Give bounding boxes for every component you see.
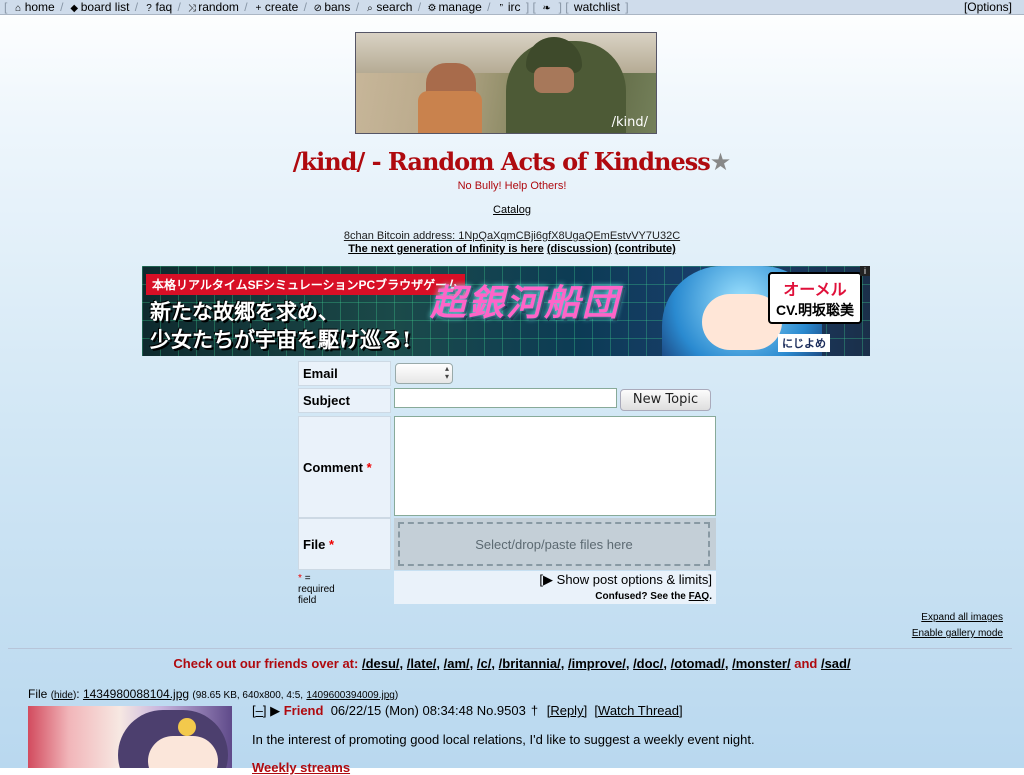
bitcoin-address-link[interactable]: 8chan Bitcoin address: 1NpQaXqmCBji6gfX8… [344,230,680,242]
nav-twitter[interactable]: ❧ [541,0,553,14]
file-dropzone-text: Select/drop/paste files here [398,522,710,566]
new-topic-button[interactable]: New Topic [620,389,711,411]
original-filename-link[interactable]: 1409600394009.jpg [306,690,394,701]
home-icon: ⌂ [15,3,22,14]
nav-bans[interactable]: ⊘ bans [312,0,351,14]
twitter-icon: ❧ [542,3,551,14]
subject-label: Subject [298,388,391,413]
friend-board-link[interactable]: /am/ [444,656,470,671]
contribute-link[interactable]: (contribute) [615,243,676,255]
advertisement-banner[interactable]: 本格リアルタイムSFシミュレーションPCブラウザゲーム 新たな故郷を求め、 少女… [142,266,870,356]
required-asterisk: * [366,459,372,475]
banner-label: /kind/ [611,115,648,130]
friend-board-link[interactable]: /c/ [477,656,491,671]
required-asterisk: * [329,536,335,552]
gear-icon: ⚙ [427,3,437,14]
friends-boards-banner: Check out our friends over at: /desu/, /… [173,656,851,671]
friend-board-link[interactable]: /sad/ [821,656,851,671]
tag-icon: ◆ [70,3,79,14]
email-row: Email ▴ ▾ [298,361,718,386]
comment-textarea[interactable] [394,416,716,516]
gallery-mode-link[interactable]: Enable gallery mode [912,628,1003,639]
faq-help-text: Confused? See the FAQ. [595,591,712,602]
divider [8,648,1012,649]
post-header: [–] ▶ Friend 06/22/15 (Mon) 08:34:48 No.… [252,703,683,719]
ad-headline-2: 少女たちが宇宙を駆け巡る! [150,327,412,352]
nav-faq[interactable]: ? faq [143,0,172,14]
friend-board-link[interactable]: /otomad/ [671,656,725,671]
ban-icon: ⊘ [313,3,322,14]
show-post-options-link[interactable]: [▶ Show post options & limits] [539,572,712,588]
watch-thread-link[interactable]: [Watch Thread] [594,703,682,718]
nav-random[interactable]: ⤨ random [186,0,239,14]
comment-row: Comment * [298,416,718,518]
post-thumbnail[interactable] [28,706,232,768]
required-field-note: * = required field [298,573,335,606]
select-arrows-icon: ▴ ▾ [444,364,449,381]
file-info: File (hide): 1434980088104.jpg (98.65 KB… [28,687,399,701]
nav-search[interactable]: ⌕ search [364,0,412,14]
shuffle-icon: ⤨ [187,3,196,14]
friend-board-link[interactable]: /late/ [407,656,437,671]
comment-label: Comment * [298,416,391,518]
friend-board-link[interactable]: /britannia/ [499,656,561,671]
infinity-link[interactable]: The next generation of Infinity is here [348,243,544,255]
board-subtitle: No Bully! Help Others! [457,180,567,192]
sticky-pin-icon: † [530,703,539,718]
post-body-text: In the interest of promoting good local … [252,732,755,747]
expand-all-images-link[interactable]: Expand all images [921,612,1003,623]
question-icon: ? [146,3,152,14]
favorite-star-icon[interactable]: ★ [710,148,732,176]
subject-row: Subject New Topic [298,388,718,413]
options-link[interactable]: [Options] [964,0,1012,14]
nav-watchlist[interactable]: watchlist [574,0,620,14]
email-label: Email [298,361,391,386]
ad-headline-1: 新たな故郷を求め、 [150,299,339,324]
reply-link[interactable]: [Reply] [547,703,587,718]
hide-file-link[interactable]: hide [54,690,73,701]
catalog-link[interactable]: Catalog [493,204,531,216]
subject-input[interactable] [394,388,617,408]
discussion-link[interactable]: (discussion) [547,243,612,255]
board-banner[interactable]: /kind/ [355,32,657,134]
nav-manage[interactable]: ⚙ manage [426,0,481,14]
nav-home[interactable]: ⌂ home [13,0,55,14]
friend-board-link[interactable]: /doc/ [633,656,663,671]
infinity-announcement: The next generation of Infinity is here … [0,243,1024,255]
board-title: /kind/ - Random Acts of Kindness★ [292,147,732,176]
post-number[interactable]: No.9503 [477,703,526,718]
nav-create[interactable]: + create [253,0,299,14]
nav-board-list[interactable]: ◆ board list [69,0,129,14]
nav-irc[interactable]: ” irc [496,0,521,14]
collapse-thread-link[interactable]: [–] [252,703,266,718]
file-dropzone[interactable]: Select/drop/paste files here [394,518,716,570]
ad-game-logo: 超銀河船団 [430,282,621,324]
file-row: File * Select/drop/paste files here [298,518,718,570]
ad-voice-actor-badge: オーメル CV.明坂聡美 [767,272,862,324]
post-options-cell: [▶ Show post options & limits] Confused?… [394,571,716,604]
post-date: 06/22/15 (Mon) 08:34:48 [330,703,474,718]
email-select[interactable]: ▴ ▾ [395,363,453,384]
friend-board-link[interactable]: /improve/ [568,656,626,671]
file-label: File * [298,518,391,570]
friend-board-link[interactable]: /monster/ [732,656,791,671]
top-nav-bar: [ ⌂ home / ◆ board list / ? faq / ⤨ random /… [0,0,1024,15]
poster-name: Friend [283,703,324,718]
post-menu-arrow-icon[interactable]: ▶ [270,703,280,718]
faq-link[interactable]: FAQ [689,591,710,602]
search-icon: ⌕ [367,3,373,14]
quote-icon: ” [499,3,504,14]
plus-icon: + [255,3,262,14]
ad-info-icon[interactable]: i [860,266,870,276]
friend-board-link[interactable]: /desu/ [362,656,400,671]
file-name-link[interactable]: 1434980088104.jpg [83,687,189,701]
ad-tagline: 本格リアルタイムSFシミュレーションPCブラウザゲーム [146,274,465,295]
ad-publisher-logo: にじよめ [778,334,830,352]
